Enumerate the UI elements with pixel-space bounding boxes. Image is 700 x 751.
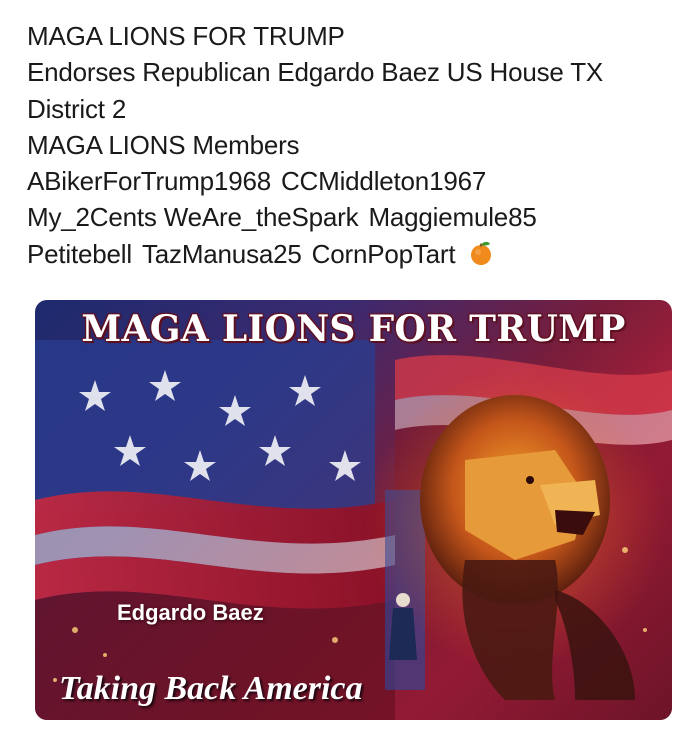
member-name[interactable]: TazManusa25	[142, 239, 302, 269]
post-line-title: MAGA LIONS FOR TRUMP	[27, 21, 345, 51]
members-row: ABikerForTrump1968 CCMiddleton1967	[27, 163, 677, 199]
members-row: My_2Cents WeAre_theSpark Maggiemule85	[27, 199, 677, 235]
tangerine-emoji-icon	[471, 241, 492, 265]
flag-lion-artwork	[35, 340, 672, 720]
member-name[interactable]: Petitebell	[27, 239, 132, 269]
member-name[interactable]: CornPopTart	[312, 239, 456, 269]
members-row: Petitebell TazManusa25 CornPopTart	[27, 236, 677, 272]
post-line-members-heading: MAGA LIONS Members	[27, 129, 300, 160]
post-line-district: District 2	[27, 93, 127, 124]
banner-title: MAGA LIONS FOR TRUMP	[81, 308, 626, 350]
member-name[interactable]: My_2Cents WeAre_theSpark	[27, 202, 359, 232]
candidate-name: Edgardo Baez	[117, 600, 264, 625]
campaign-banner-image: MAGA LIONS FOR TRUMP Edgardo Baez Taking…	[35, 300, 672, 720]
post-line-endorsement: Endorses Republican Edgardo Baez US Hous…	[27, 57, 604, 88]
member-name[interactable]: Maggiemule85	[368, 202, 536, 232]
post-text: MAGA LIONS FOR TRUMP Endorses Republican…	[27, 18, 677, 272]
member-name[interactable]: CCMiddleton1967	[281, 166, 486, 196]
member-name[interactable]: ABikerForTrump1968	[27, 166, 271, 196]
banner-slogan: Taking Back America	[59, 670, 363, 707]
